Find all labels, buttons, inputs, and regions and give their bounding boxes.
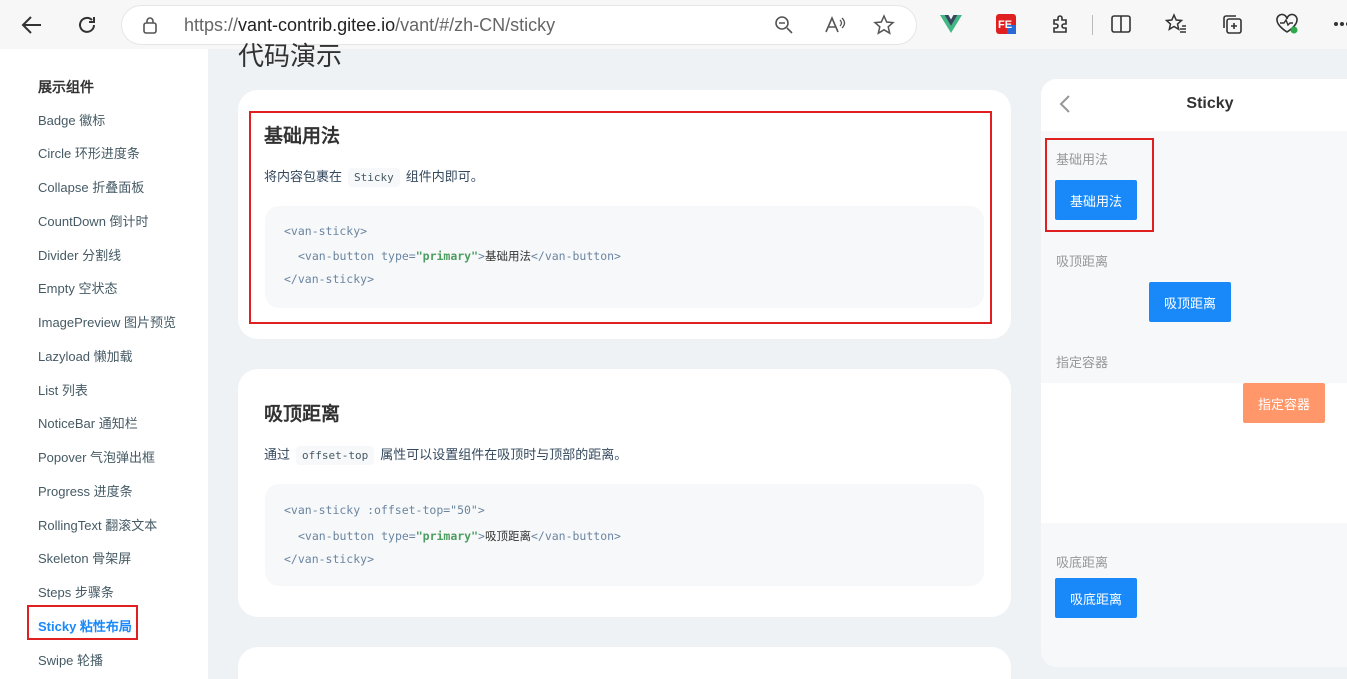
svg-text:FE: FE xyxy=(998,19,1012,31)
sidebar-item-list[interactable]: List 列表 xyxy=(38,380,88,399)
toolbar-divider xyxy=(1092,15,1093,35)
section-description: 通过 offset-top 属性可以设置组件在吸顶时与顶部的距离。 xyxy=(264,444,627,465)
demo-label: 吸顶距离 xyxy=(1056,254,1109,269)
phone-basic-highlight xyxy=(1045,138,1154,232)
sidebar-item-countdown[interactable]: CountDown 倒计时 xyxy=(38,211,149,230)
extensions-icon[interactable] xyxy=(1049,12,1073,36)
sidebar-nav: 展示组件 Badge 徽标 Circle 环形进度条 Collapse 折叠面板… xyxy=(0,49,208,679)
sidebar-item-skeleton[interactable]: Skeleton 骨架屏 xyxy=(38,548,131,567)
demo-card-next xyxy=(238,647,1011,679)
split-screen-icon[interactable] xyxy=(1109,12,1133,36)
sticky-offset-top-button[interactable]: 吸顶距离 xyxy=(1149,282,1232,322)
basic-usage-highlight xyxy=(249,111,992,324)
url-text[interactable]: https://vant-contrib.gitee.io/vant/#/zh-… xyxy=(184,15,555,36)
demo-card-offset-top: 吸顶距离 通过 offset-top 属性可以设置组件在吸顶时与顶部的距离。 <va… xyxy=(238,369,1011,617)
sidebar-item-steps[interactable]: Steps 步骤条 xyxy=(38,582,114,601)
phone-nav-bar: Sticky xyxy=(1041,79,1347,131)
inline-code: offset-top xyxy=(296,446,375,465)
sidebar-item-badge[interactable]: Badge 徽标 xyxy=(38,110,105,129)
refresh-icon[interactable] xyxy=(71,9,103,41)
sidebar-item-lazyload[interactable]: Lazyload 懒加载 xyxy=(38,346,133,365)
sidebar-item-progress[interactable]: Progress 进度条 xyxy=(38,481,133,500)
zoom-out-icon[interactable] xyxy=(773,14,795,36)
fe-extension-icon[interactable]: FE xyxy=(994,12,1018,36)
sidebar-item-rollingtext[interactable]: RollingText 翻滚文本 xyxy=(38,515,157,534)
sidebar-item-circle[interactable]: Circle 环形进度条 xyxy=(38,143,140,162)
favorite-star-icon[interactable] xyxy=(873,14,895,36)
active-item-highlight xyxy=(27,605,138,640)
sidebar-item-swipe[interactable]: Swipe 轮播 xyxy=(38,650,103,669)
favorites-icon[interactable] xyxy=(1164,12,1188,36)
lock-icon[interactable] xyxy=(142,16,158,39)
code-block: <van-sticky :offset-top="50"> <van-butto… xyxy=(265,484,984,586)
sidebar-item-collapse[interactable]: Collapse 折叠面板 xyxy=(38,177,144,196)
sidebar-item-imagepreview[interactable]: ImagePreview 图片预览 xyxy=(38,312,176,331)
page-heading: 代码演示 xyxy=(238,41,343,71)
sidebar-item-popover[interactable]: Popover 气泡弹出框 xyxy=(38,447,155,466)
section-title: 吸顶距离 xyxy=(264,404,341,425)
sidebar-item-empty[interactable]: Empty 空状态 xyxy=(38,278,117,297)
collections-icon[interactable] xyxy=(1220,12,1244,36)
back-icon[interactable] xyxy=(16,9,48,41)
browser-health-icon[interactable] xyxy=(1275,12,1299,36)
demo-label: 指定容器 xyxy=(1056,355,1109,370)
browser-toolbar: https://vant-contrib.gitee.io/vant/#/zh-… xyxy=(0,0,1347,49)
sticky-offset-bottom-button[interactable]: 吸底距离 xyxy=(1055,578,1138,618)
vue-devtools-icon[interactable] xyxy=(939,12,963,36)
sidebar-group-title: 展示组件 xyxy=(38,79,94,95)
demo-label: 吸底距离 xyxy=(1056,555,1109,570)
sidebar-item-noticebar[interactable]: NoticeBar 通知栏 xyxy=(38,413,138,432)
sidebar-item-divider[interactable]: Divider 分割线 xyxy=(38,245,121,264)
more-menu-icon[interactable] xyxy=(1330,12,1347,36)
phone-title: Sticky xyxy=(1186,95,1234,112)
sticky-container-button[interactable]: 指定容器 xyxy=(1243,383,1326,423)
read-aloud-icon[interactable] xyxy=(824,14,846,36)
